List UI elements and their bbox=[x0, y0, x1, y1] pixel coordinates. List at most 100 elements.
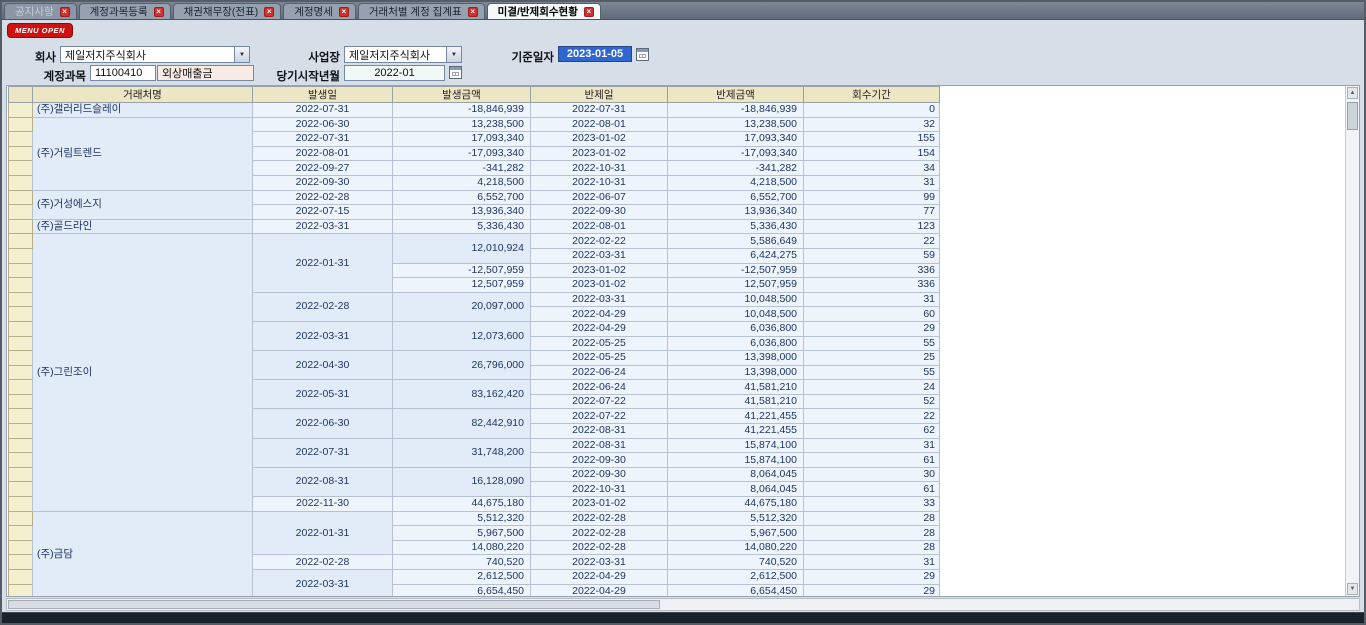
cell-dy[interactable]: 60 bbox=[804, 307, 940, 322]
row-indicator[interactable] bbox=[9, 365, 33, 380]
cell-oa[interactable]: 2,612,500 bbox=[393, 570, 531, 585]
row-indicator[interactable] bbox=[9, 103, 33, 118]
cell-od[interactable]: 2022-07-31 bbox=[253, 132, 393, 147]
cell-sd[interactable]: 2022-04-29 bbox=[531, 321, 668, 336]
cell-sa[interactable]: 5,512,320 bbox=[668, 511, 804, 526]
cell-dy[interactable]: 24 bbox=[804, 380, 940, 395]
cell-sa[interactable]: 10,048,500 bbox=[668, 292, 804, 307]
cell-oa[interactable]: 31,748,200 bbox=[393, 438, 531, 467]
cell-dy[interactable]: 29 bbox=[804, 584, 940, 597]
cell-sd[interactable]: 2022-05-25 bbox=[531, 351, 668, 366]
row-indicator[interactable] bbox=[9, 394, 33, 409]
cell-sd[interactable]: 2022-10-31 bbox=[531, 175, 668, 190]
cell-c[interactable]: (주)그린조이 bbox=[33, 234, 253, 511]
cell-dy[interactable]: 31 bbox=[804, 175, 940, 190]
cell-sd[interactable]: 2022-06-07 bbox=[531, 190, 668, 205]
row-indicator[interactable] bbox=[9, 263, 33, 278]
cell-sd[interactable]: 2022-10-31 bbox=[531, 161, 668, 176]
row-indicator[interactable] bbox=[9, 146, 33, 161]
cell-oa[interactable]: 26,796,000 bbox=[393, 351, 531, 380]
cell-dy[interactable]: 61 bbox=[804, 453, 940, 468]
cell-c[interactable]: (주)거성에스지 bbox=[33, 190, 253, 219]
cell-sd[interactable]: 2022-05-25 bbox=[531, 336, 668, 351]
cell-od[interactable]: 2022-03-31 bbox=[253, 570, 393, 598]
cell-dy[interactable]: 22 bbox=[804, 409, 940, 424]
cell-sd[interactable]: 2022-06-24 bbox=[531, 380, 668, 395]
cell-dy[interactable]: 336 bbox=[804, 263, 940, 278]
cell-sa[interactable]: 740,520 bbox=[668, 555, 804, 570]
cell-oa[interactable]: 12,073,600 bbox=[393, 321, 531, 350]
row-indicator[interactable] bbox=[9, 234, 33, 249]
calendar-icon[interactable] bbox=[636, 48, 649, 61]
cell-oa[interactable]: 5,336,430 bbox=[393, 219, 531, 234]
cell-sa[interactable]: 4,218,500 bbox=[668, 175, 804, 190]
cell-oa[interactable]: 82,442,910 bbox=[393, 409, 531, 438]
cell-sd[interactable]: 2022-02-28 bbox=[531, 540, 668, 555]
cell-od[interactable]: 2022-07-15 bbox=[253, 205, 393, 220]
tab-account-register[interactable]: 계정과목등록 × bbox=[79, 3, 171, 19]
cell-od[interactable]: 2022-07-31 bbox=[253, 438, 393, 467]
row-indicator[interactable] bbox=[9, 438, 33, 453]
row-indicator[interactable] bbox=[9, 190, 33, 205]
calendar-icon[interactable] bbox=[449, 66, 462, 79]
vertical-scrollbar[interactable]: ▲ ▼ bbox=[1345, 86, 1359, 596]
cell-od[interactable]: 2022-08-01 bbox=[253, 146, 393, 161]
cell-sa[interactable]: 14,080,220 bbox=[668, 540, 804, 555]
column-header[interactable]: 반제일 bbox=[531, 87, 668, 103]
row-indicator[interactable] bbox=[9, 540, 33, 555]
cell-sd[interactable]: 2022-02-22 bbox=[531, 234, 668, 249]
cell-dy[interactable]: 22 bbox=[804, 234, 940, 249]
tab-account-detail[interactable]: 계정명세 × bbox=[283, 3, 356, 19]
period-start-input[interactable]: 2022-01 bbox=[344, 65, 445, 81]
cell-oa[interactable]: 13,238,500 bbox=[393, 117, 531, 132]
cell-sa[interactable]: 44,675,180 bbox=[668, 497, 804, 512]
row-indicator[interactable] bbox=[9, 336, 33, 351]
row-indicator[interactable] bbox=[9, 248, 33, 263]
cell-sa[interactable]: 41,581,210 bbox=[668, 394, 804, 409]
row-indicator[interactable] bbox=[9, 482, 33, 497]
cell-sa[interactable]: 6,424,275 bbox=[668, 248, 804, 263]
row-indicator[interactable] bbox=[9, 497, 33, 512]
cell-oa[interactable]: -18,846,939 bbox=[393, 103, 531, 118]
tab-notice[interactable]: 공지사항 × bbox=[4, 3, 77, 19]
row-indicator[interactable] bbox=[9, 292, 33, 307]
base-date-input[interactable]: 2023-01-05 bbox=[558, 46, 632, 62]
cell-dy[interactable]: 59 bbox=[804, 248, 940, 263]
cell-sa[interactable]: 17,093,340 bbox=[668, 132, 804, 147]
cell-dy[interactable]: 28 bbox=[804, 526, 940, 541]
row-indicator[interactable] bbox=[9, 511, 33, 526]
column-header[interactable]: 반제금액 bbox=[668, 87, 804, 103]
cell-sa[interactable]: 13,936,340 bbox=[668, 205, 804, 220]
cell-sa[interactable]: 10,048,500 bbox=[668, 307, 804, 322]
cell-sa[interactable]: 6,036,800 bbox=[668, 336, 804, 351]
close-icon[interactable]: × bbox=[264, 7, 274, 17]
cell-dy[interactable]: 55 bbox=[804, 365, 940, 380]
cell-dy[interactable]: 32 bbox=[804, 117, 940, 132]
cell-oa[interactable]: 12,507,959 bbox=[393, 278, 531, 293]
cell-dy[interactable]: 77 bbox=[804, 205, 940, 220]
cell-sd[interactable]: 2023-01-02 bbox=[531, 132, 668, 147]
cell-od[interactable]: 2022-06-30 bbox=[253, 409, 393, 438]
row-indicator[interactable] bbox=[9, 409, 33, 424]
cell-sd[interactable]: 2023-01-02 bbox=[531, 497, 668, 512]
cell-sd[interactable]: 2022-09-30 bbox=[531, 205, 668, 220]
cell-dy[interactable]: 52 bbox=[804, 394, 940, 409]
horizontal-scrollbar[interactable] bbox=[6, 598, 1360, 611]
account-name-input[interactable]: 외상매출금 bbox=[157, 65, 254, 81]
cell-sd[interactable]: 2022-08-01 bbox=[531, 117, 668, 132]
cell-sa[interactable]: -341,282 bbox=[668, 161, 804, 176]
row-indicator[interactable] bbox=[9, 467, 33, 482]
company-select[interactable]: 제일저지주식회사 ▼ bbox=[60, 46, 250, 63]
row-indicator[interactable] bbox=[9, 161, 33, 176]
cell-sd[interactable]: 2022-02-28 bbox=[531, 526, 668, 541]
cell-sa[interactable]: 15,874,100 bbox=[668, 438, 804, 453]
cell-sd[interactable]: 2022-02-28 bbox=[531, 511, 668, 526]
cell-oa[interactable]: 740,520 bbox=[393, 555, 531, 570]
cell-oa[interactable]: 4,218,500 bbox=[393, 175, 531, 190]
cell-sd[interactable]: 2022-06-24 bbox=[531, 365, 668, 380]
cell-oa[interactable]: -17,093,340 bbox=[393, 146, 531, 161]
column-header[interactable]: 발생금액 bbox=[393, 87, 531, 103]
cell-sa[interactable]: 6,036,800 bbox=[668, 321, 804, 336]
cell-od[interactable]: 2022-05-31 bbox=[253, 380, 393, 409]
cell-od[interactable]: 2022-11-30 bbox=[253, 497, 393, 512]
